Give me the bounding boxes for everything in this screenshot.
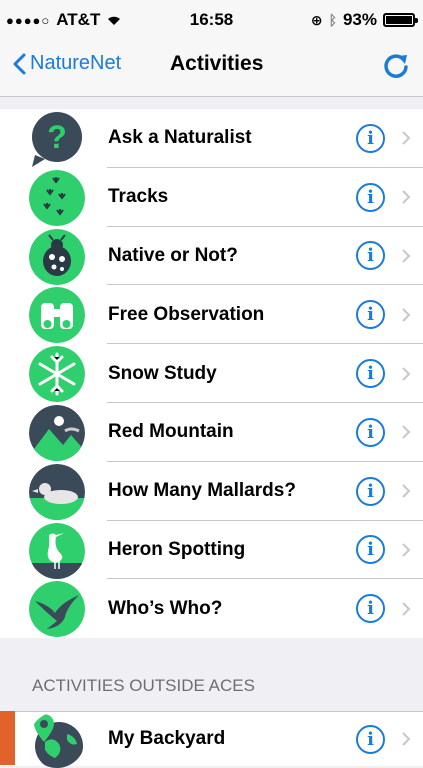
refresh-icon[interactable]	[381, 50, 411, 80]
chevron-right-icon	[402, 190, 411, 204]
chevron-right-icon	[402, 484, 411, 498]
mountain-icon	[29, 404, 85, 461]
list-item[interactable]: How Many Mallards? i	[0, 462, 423, 521]
activity-label: Native or Not?	[108, 244, 238, 266]
info-icon[interactable]: i	[356, 300, 385, 330]
status-right: ⊕ ᛒ 93%	[310, 10, 418, 30]
chevron-right-icon	[402, 308, 411, 322]
tracks-icon	[29, 169, 85, 226]
activity-label: How Many Mallards?	[108, 480, 296, 502]
list-item[interactable]: Heron Spotting i	[0, 521, 423, 580]
outside-activities-list: My Backyard i	[0, 711, 423, 768]
edge-strip	[0, 711, 15, 765]
page-title: Activities	[170, 52, 264, 75]
info-icon[interactable]: i	[356, 241, 385, 271]
activity-label: My Backyard	[108, 728, 226, 749]
snowflake-icon	[29, 346, 85, 403]
info-icon[interactable]: i	[356, 123, 385, 153]
status-bar: ●●●●○ AT&T 16:58 ⊕ ᛒ 93%	[0, 0, 423, 38]
activity-label: Who’s Who?	[108, 597, 223, 619]
nav-bar: NatureNet Activities	[0, 38, 423, 97]
chevron-right-icon	[402, 425, 411, 440]
orientation-lock-icon: ⊕	[310, 11, 323, 28]
chevron-right-icon	[402, 732, 411, 746]
chevron-right-icon	[402, 543, 411, 557]
back-button[interactable]: NatureNet	[12, 52, 121, 75]
info-icon[interactable]: i	[356, 182, 385, 212]
section-header: ACTIVITIES OUTSIDE ACES	[32, 676, 255, 695]
list-item[interactable]: Snow Study i	[0, 344, 423, 403]
binoculars-icon	[29, 287, 85, 344]
activities-list: ? Ask a Naturalist i Tracks i Native or …	[0, 109, 423, 639]
list-item[interactable]: Free Observation i	[0, 285, 423, 345]
activity-label: Free Observation	[108, 303, 265, 325]
ladybug-icon	[29, 228, 85, 285]
svg-text:?: ?	[47, 119, 67, 155]
info-icon[interactable]: i	[356, 359, 385, 389]
activity-label: Red Mountain	[108, 421, 234, 443]
question-icon: ?	[29, 111, 85, 167]
globe-pin-icon	[29, 712, 85, 768]
chevron-right-icon	[402, 366, 411, 381]
chevron-left-icon	[13, 53, 26, 74]
info-icon[interactable]: i	[356, 724, 385, 754]
info-icon[interactable]: i	[356, 535, 385, 565]
info-icon[interactable]: i	[356, 417, 385, 447]
activity-label: Ask a Naturalist	[108, 127, 252, 149]
back-label: NatureNet	[30, 52, 122, 74]
activity-label: Tracks	[108, 186, 169, 208]
list-item[interactable]: Who’s Who? i	[0, 579, 423, 638]
chevron-right-icon	[402, 249, 411, 263]
activity-label: Snow Study	[108, 362, 217, 384]
info-icon[interactable]: i	[356, 476, 385, 506]
activity-label: Heron Spotting	[108, 538, 246, 560]
chevron-right-icon	[402, 602, 411, 616]
duck-icon	[29, 463, 85, 520]
info-icon[interactable]: i	[356, 594, 385, 624]
list-item[interactable]: My Backyard i	[0, 712, 423, 768]
list-item[interactable]: Red Mountain i	[0, 403, 423, 462]
chevron-right-icon	[402, 131, 411, 146]
list-item[interactable]: Tracks i	[0, 168, 423, 227]
battery-percent: 93%	[342, 10, 377, 29]
bluetooth-icon: ᛒ	[328, 12, 337, 28]
list-item[interactable]: Native or Not? i	[0, 227, 423, 286]
list-item[interactable]: ? Ask a Naturalist i	[0, 109, 423, 168]
battery-icon	[383, 13, 418, 27]
bird-icon	[29, 581, 85, 638]
heron-icon	[29, 522, 85, 579]
